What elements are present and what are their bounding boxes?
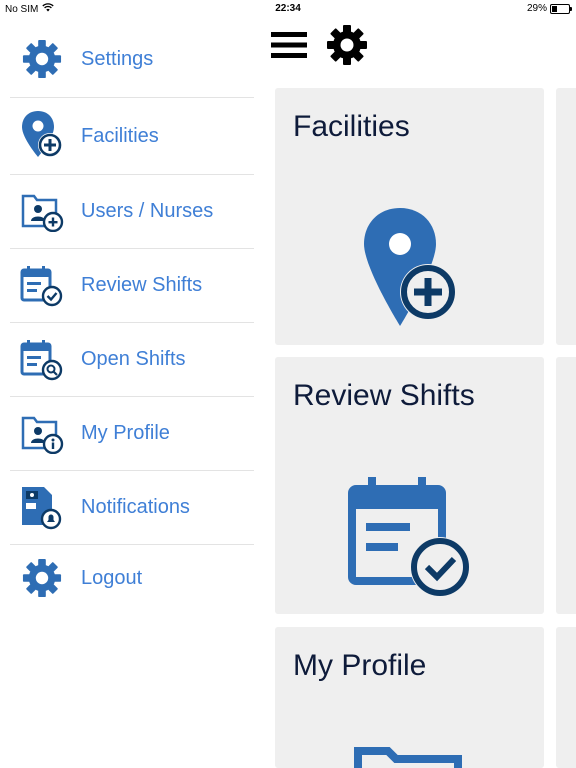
sidebar-item-facilities[interactable]: Facilities [10,98,254,175]
card-facilities[interactable]: Facilities [275,88,544,345]
location-add-icon [275,206,544,328]
battery-icon [550,3,572,14]
card-title: Facilities [293,110,410,143]
card-partial[interactable] [556,357,576,614]
profile-info-icon [20,412,64,456]
sidebar-item-users-nurses[interactable]: Users / Nurses [10,175,254,249]
card-partial[interactable] [556,88,576,345]
card-title: Review Shifts [293,379,475,412]
calendar-search-icon [20,338,64,382]
gear-icon [20,556,64,600]
gear-icon [20,37,64,81]
sidebar-item-settings[interactable]: Settings [10,21,254,98]
sidebar-item-label: Settings [81,47,154,70]
battery-percent: 29% [526,3,547,14]
calendar-check-icon [275,475,544,599]
clock: 22:34 [275,3,301,14]
status-bar: No SIM 22:34 29% [0,0,576,18]
sidebar-item-label: Users / Nurses [81,200,214,222]
sidebar-item-label: Facilities [81,124,159,147]
calendar-check-icon [20,264,64,308]
card-partial[interactable] [556,627,576,768]
hamburger-icon[interactable] [270,29,308,66]
sidebar-item-label: Open Shifts [81,348,186,370]
sidebar-item-logout[interactable]: Logout [10,545,254,611]
sidebar-item-label: Logout [81,566,143,589]
profile-folder-icon [275,745,544,768]
sidebar-item-label: Notifications [81,496,190,518]
user-folder-add-icon [20,190,64,234]
gear-icon[interactable] [326,24,368,71]
sidebar: Settings Facilities Users / Nurses Revie… [0,18,264,768]
location-add-icon [20,111,64,158]
sidebar-item-open-shifts[interactable]: Open Shifts [10,323,254,397]
sidebar-item-my-profile[interactable]: My Profile [10,397,254,471]
card-review-shifts[interactable]: Review Shifts [275,357,544,614]
card-title: My Profile [293,649,427,682]
sidebar-item-label: My Profile [81,422,170,444]
sidebar-item-label: Review Shifts [81,274,203,296]
notification-doc-icon [20,486,64,530]
sidebar-item-notifications[interactable]: Notifications [10,471,254,545]
sidebar-item-review-shifts[interactable]: Review Shifts [10,249,254,323]
card-my-profile[interactable]: My Profile [275,627,544,768]
toolbar [270,24,368,71]
